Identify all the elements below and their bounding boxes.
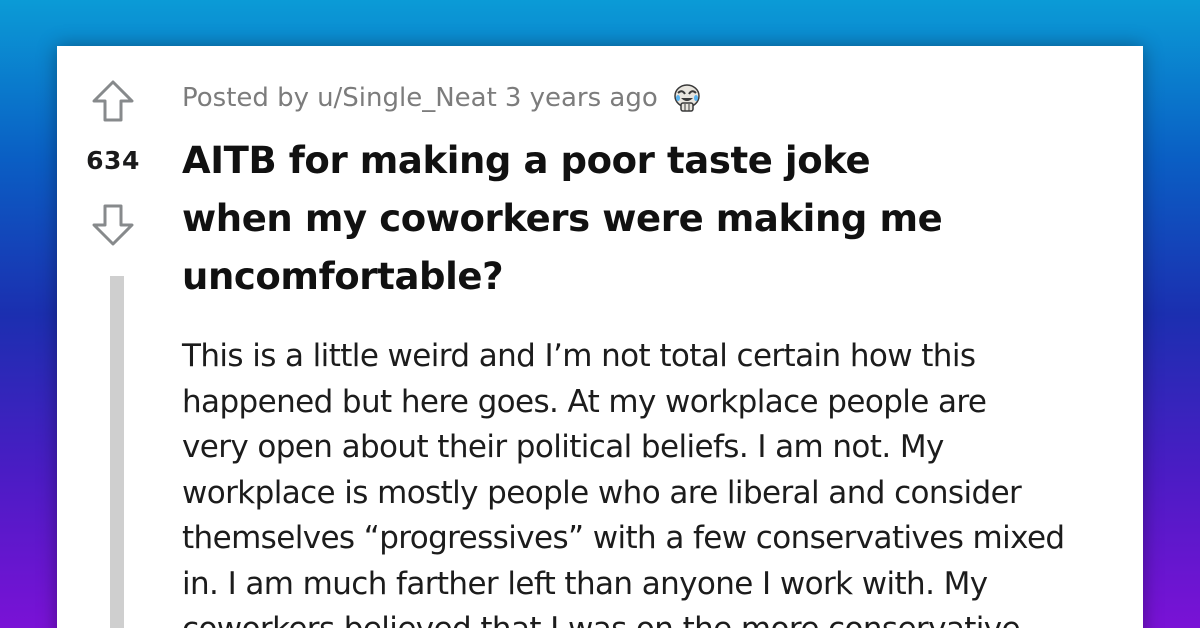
vote-column: 634 — [57, 46, 169, 628]
posted-by-label: Posted by — [182, 83, 310, 113]
post-body-line: happened but here goes. At my workplace … — [182, 383, 987, 420]
skull-laughing-award-icon[interactable] — [670, 81, 704, 115]
post-body: This is a little weird and I’m not total… — [182, 334, 1127, 628]
upvote-arrow-icon[interactable] — [90, 78, 136, 124]
post-title[interactable]: AITB for making a poor taste joke when m… — [182, 132, 1082, 306]
downvote-arrow-icon[interactable] — [90, 202, 136, 248]
thread-line — [110, 276, 124, 628]
post-body-line: very open about their political beliefs.… — [182, 429, 944, 465]
post-body-line: themselves “progressives” with a few con… — [182, 520, 1065, 556]
post-body-line: in. I am much farther left than anyone I… — [182, 565, 988, 602]
post-body-line: This is a little weird and I’m not total… — [182, 338, 976, 374]
post-title-line: AITB for making a poor taste joke — [182, 139, 871, 182]
post-content: Posted by u/Single_Neat 3 years ago AITB… — [182, 76, 1122, 628]
post-meta: Posted by u/Single_Neat 3 years ago — [182, 76, 1122, 120]
post-title-line: when my coworkers were making me — [182, 197, 943, 240]
post-card: 634 Posted by u/Single_Neat 3 years ago — [57, 46, 1143, 628]
vote-count: 634 — [86, 146, 140, 175]
post-body-line: workplace is mostly people who are liber… — [182, 474, 1022, 511]
post-timestamp[interactable]: 3 years ago — [505, 76, 658, 120]
post-body-line: coworkers believed that I was on the mor… — [182, 607, 1127, 628]
post-title-line: uncomfortable? — [182, 255, 504, 298]
username-link[interactable]: u/Single_Neat — [317, 76, 497, 120]
